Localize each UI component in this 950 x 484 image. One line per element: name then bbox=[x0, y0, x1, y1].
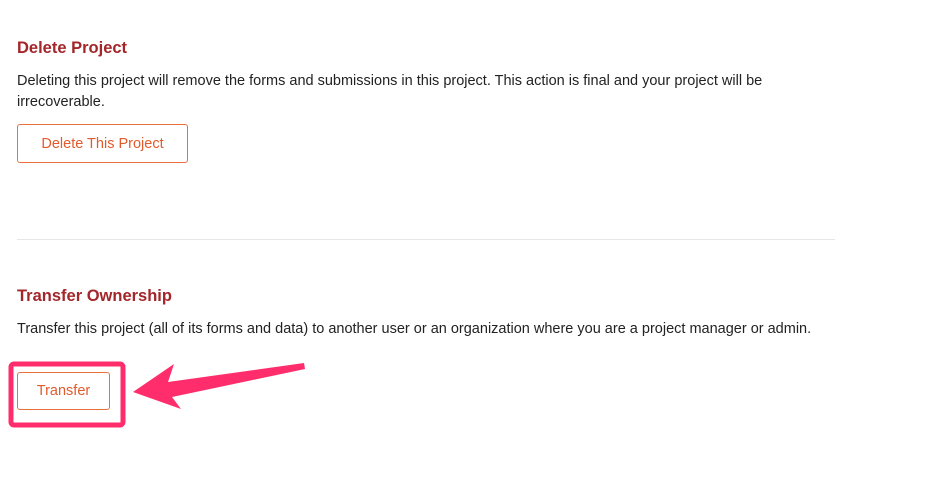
arrow-icon bbox=[133, 363, 305, 409]
delete-project-title: Delete Project bbox=[17, 39, 128, 57]
delete-project-description: Deleting this project will remove the fo… bbox=[17, 73, 763, 110]
delete-project-section: Delete Project Deleting this project wil… bbox=[17, 39, 835, 113]
transfer-ownership-title: Transfer Ownership bbox=[17, 287, 172, 305]
transfer-ownership-section: Transfer Ownership Transfer this project… bbox=[17, 287, 835, 340]
transfer-button[interactable]: Transfer bbox=[17, 372, 110, 410]
delete-project-button[interactable]: Delete This Project bbox=[17, 124, 188, 163]
transfer-ownership-description: Transfer this project (all of its forms … bbox=[17, 321, 812, 337]
section-divider bbox=[17, 239, 835, 240]
